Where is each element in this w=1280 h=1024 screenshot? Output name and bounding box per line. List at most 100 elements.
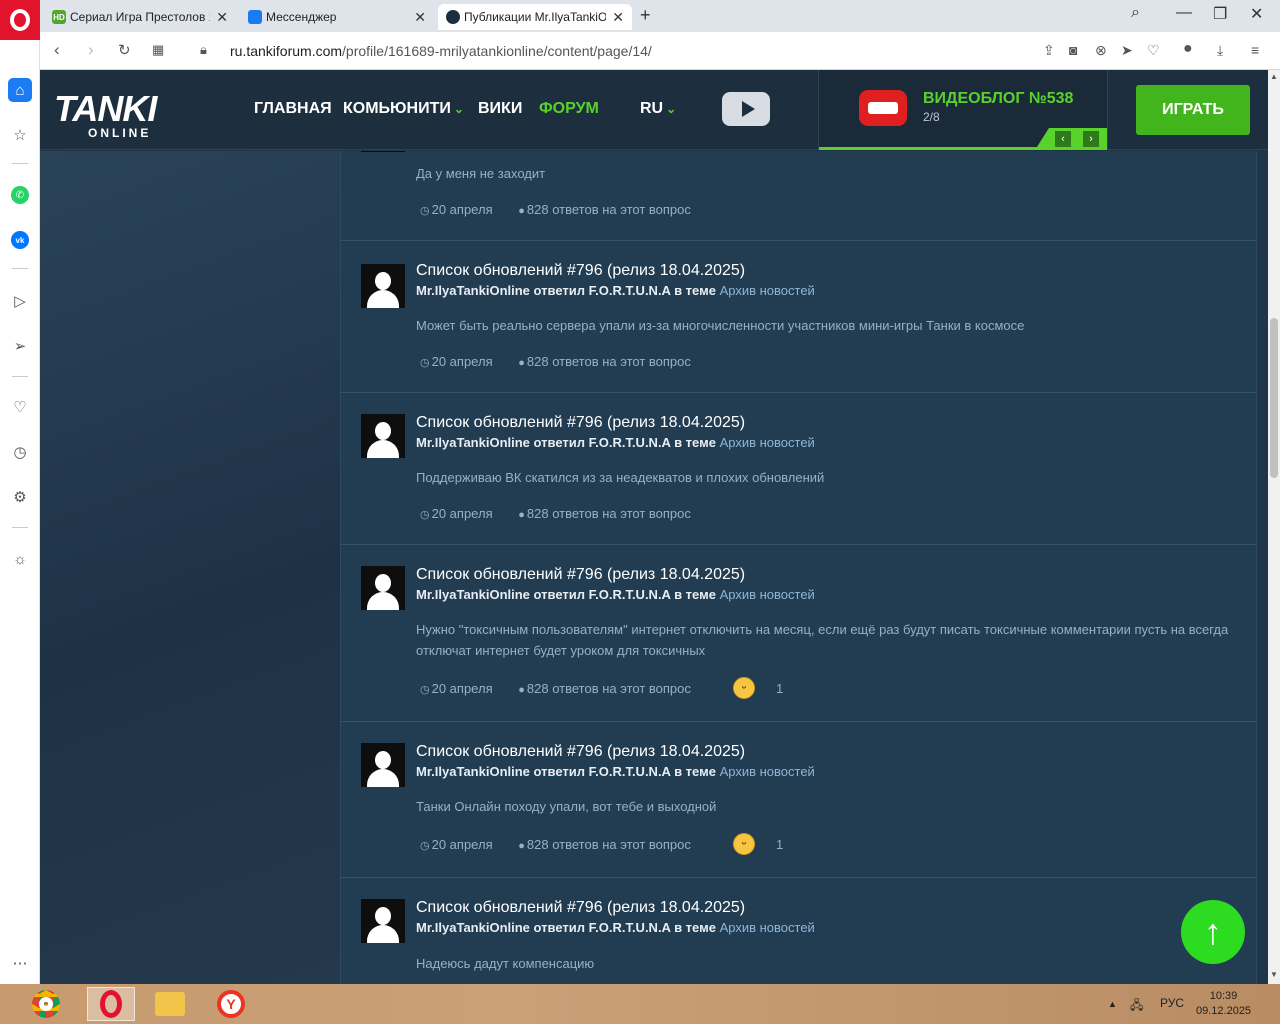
publications-list: Да у меня не заходит ◷ 20 апреля ● 828 отв… — [340, 151, 1257, 984]
forum-link[interactable]: Архив новостей — [720, 283, 815, 298]
language-selector[interactable]: RU ⌄ — [640, 100, 676, 118]
yandex-taskbar-button[interactable]: Y — [210, 987, 252, 1021]
tank-icon — [868, 102, 898, 114]
player-icon[interactable]: ▷ — [8, 289, 32, 313]
scroll-down-arrow-icon[interactable]: ▼ — [1270, 970, 1278, 979]
avatar[interactable] — [361, 566, 405, 610]
next-arrow-icon[interactable]: › — [1083, 131, 1099, 147]
opera-menu-button[interactable] — [0, 0, 40, 40]
more-dots-icon[interactable]: ⋯ — [8, 951, 32, 975]
home-icon[interactable]: ⌂ — [8, 78, 32, 102]
post-text: Да у меня не заходит — [416, 166, 546, 181]
prev-arrow-icon[interactable]: ‹ — [1055, 131, 1071, 147]
system-clock[interactable]: 10:39 09.12.2025 — [1196, 989, 1251, 1019]
scroll-to-top-button[interactable]: ↑ — [1181, 900, 1245, 964]
vk-icon[interactable]: vk — [8, 228, 32, 252]
new-tab-button[interactable]: + — [640, 5, 651, 26]
tanki-favicon-icon — [446, 10, 460, 24]
post-date[interactable]: 20 апреля — [432, 202, 493, 217]
page-background-right — [1257, 151, 1268, 984]
post-footer: ◷ 20 апреля ● 828 ответов на этот вопрос — [420, 506, 691, 521]
search-tabs-icon[interactable]: ⌕ — [1131, 4, 1140, 22]
favorites-heart-icon[interactable]: ♡ — [8, 395, 32, 419]
tray-expand-icon[interactable]: ▲ — [1108, 999, 1117, 1009]
clock-icon: ◷ — [420, 509, 430, 521]
grin-reaction-icon[interactable]: ᵕ — [733, 677, 755, 699]
post-author[interactable]: Mr.IlyaTankiOnline ответил F.O.R.T.U.N.A… — [416, 435, 716, 450]
minimize-button[interactable]: — — [1176, 4, 1192, 22]
forum-link[interactable]: Архив новостей — [720, 435, 815, 450]
whatsapp-icon[interactable]: ✆ — [8, 183, 32, 207]
post-date[interactable]: 20 апреля — [432, 681, 493, 696]
forum-link[interactable]: Архив новостей — [720, 764, 815, 779]
restore-button[interactable]: ❐ — [1213, 4, 1227, 24]
avatar[interactable] — [361, 743, 405, 787]
tanki-logo[interactable]: TANKI ONLINE — [54, 88, 157, 140]
reload-button[interactable]: ↻ — [118, 41, 131, 59]
nav-community[interactable]: КОМЬЮНИТИ ⌄ — [343, 100, 464, 118]
history-clock-icon[interactable]: ◷ — [8, 440, 32, 464]
explorer-taskbar-button[interactable] — [149, 987, 191, 1021]
tab-title: Сериал Игра Престолов 1 — [70, 10, 211, 24]
tab-close-icon[interactable]: ✕ — [414, 9, 426, 26]
nav-home[interactable]: ГЛАВНАЯ — [254, 100, 332, 118]
lock-icon[interactable]: 🔒︎ — [200, 42, 207, 58]
comment-icon: ● — [518, 205, 525, 217]
share-icon[interactable]: ⇪ — [1043, 42, 1055, 59]
heart-icon[interactable]: ♡ — [1147, 42, 1160, 59]
back-button[interactable]: ‹ — [54, 40, 60, 60]
avatar[interactable] — [361, 899, 405, 943]
post-title[interactable]: Список обновлений #796 (релиз 18.04.2025… — [416, 262, 745, 280]
language-indicator[interactable]: РУС — [1160, 996, 1184, 1010]
network-icon[interactable]: 🖧︎ — [1130, 996, 1143, 1017]
download-icon[interactable]: ⤓ — [1217, 42, 1223, 59]
tabs-grid-icon[interactable]: ▦ — [152, 42, 164, 58]
post-date[interactable]: 20 апреля — [432, 354, 493, 369]
send-icon[interactable]: ➤ — [1121, 42, 1133, 59]
forum-link[interactable]: Архив новостей — [720, 920, 815, 935]
adblock-icon[interactable]: ⊗ — [1095, 42, 1107, 59]
camera-icon[interactable]: ◙ — [1069, 42, 1077, 58]
page-scrollbar[interactable]: ▲ ▼ — [1268, 70, 1280, 984]
star-icon[interactable]: ☆ — [8, 123, 32, 147]
tab-close-icon[interactable]: ✕ — [612, 9, 624, 26]
tab-got-series[interactable]: HD Сериал Игра Престолов 1 ✕ — [44, 4, 236, 30]
easy-setup-icon[interactable]: ≡ — [1251, 42, 1259, 58]
post-author[interactable]: Mr.IlyaTankiOnline ответил F.O.R.T.U.N.A… — [416, 283, 716, 298]
opera-taskbar-button[interactable] — [87, 987, 135, 1021]
post-date[interactable]: 20 апреля — [432, 506, 493, 521]
videoblog-widget[interactable]: ВИДЕОБЛОГ №538 2/8 ‹ › — [818, 70, 1108, 150]
nav-forum[interactable]: ФОРУМ — [539, 100, 599, 118]
profile-icon[interactable]: ● — [1183, 40, 1193, 58]
comment-icon: ● — [518, 840, 525, 852]
settings-gear-icon[interactable]: ⚙ — [8, 485, 32, 509]
lightbulb-icon[interactable]: ☼ — [8, 547, 32, 571]
post-title[interactable]: Список обновлений #796 (релиз 18.04.2025… — [416, 743, 745, 761]
forum-link[interactable]: Архив новостей — [720, 587, 815, 602]
post-author[interactable]: Mr.IlyaTankiOnline ответил F.O.R.T.U.N.A… — [416, 587, 716, 602]
avatar[interactable] — [361, 414, 405, 458]
tab-messenger[interactable]: Мессенджер ✕ — [240, 4, 434, 30]
forward-button[interactable]: › — [88, 40, 94, 60]
youtube-button[interactable] — [722, 92, 770, 126]
avatar[interactable] — [361, 151, 405, 152]
avatar[interactable] — [361, 264, 405, 308]
post-title[interactable]: Список обновлений #796 (релиз 18.04.2025… — [416, 414, 745, 432]
url-field[interactable]: ru.tankiforum.com/profile/161689-mrilyat… — [230, 43, 652, 59]
close-window-button[interactable]: ✕ — [1250, 4, 1263, 24]
grin-reaction-icon[interactable]: ᵕ — [733, 833, 755, 855]
scroll-up-arrow-icon[interactable]: ▲ — [1270, 72, 1278, 81]
chrome-taskbar-button[interactable] — [25, 987, 67, 1021]
nav-community-label: КОМЬЮНИТИ — [343, 100, 451, 117]
post-author[interactable]: Mr.IlyaTankiOnline ответил F.O.R.T.U.N.A… — [416, 920, 716, 935]
play-button[interactable]: ИГРАТЬ — [1136, 85, 1250, 135]
post-title[interactable]: Список обновлений #796 (релиз 18.04.2025… — [416, 566, 745, 584]
nav-wiki[interactable]: ВИКИ — [478, 100, 522, 118]
post-date[interactable]: 20 апреля — [432, 837, 493, 852]
tab-close-icon[interactable]: ✕ — [216, 9, 228, 26]
scrollbar-thumb[interactable] — [1270, 318, 1278, 478]
tab-publications[interactable]: Публикации Mr.IlyaTankiO ✕ — [438, 4, 632, 30]
send-flow-icon[interactable]: ➢ — [8, 334, 32, 358]
post-title[interactable]: Список обновлений #796 (релиз 18.04.2025… — [416, 899, 745, 917]
post-author[interactable]: Mr.IlyaTankiOnline ответил F.O.R.T.U.N.A… — [416, 764, 716, 779]
